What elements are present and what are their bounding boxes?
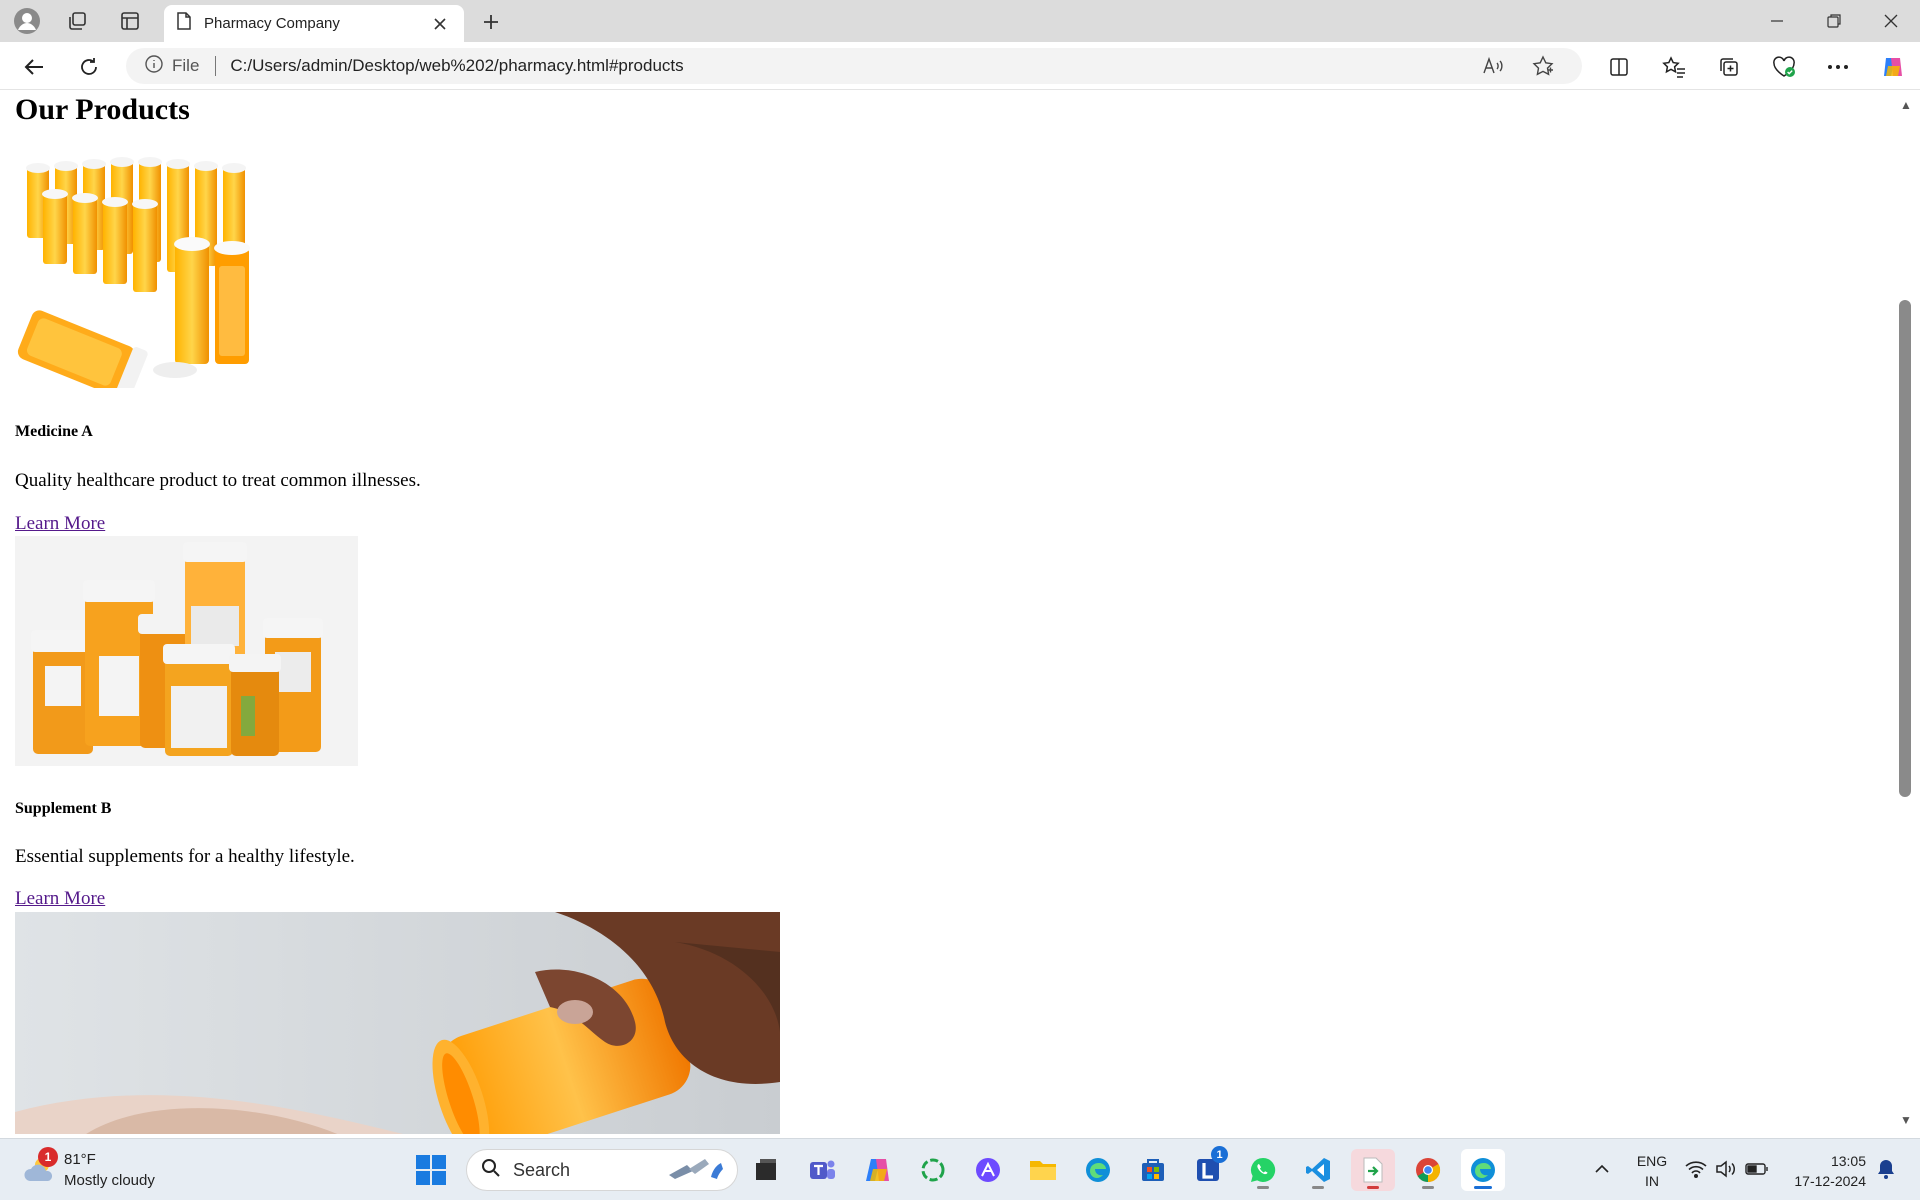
system-clock[interactable]: 13:05 17-12-2024	[1782, 1151, 1866, 1191]
learn-more-link-supplement-b[interactable]: Learn More	[15, 888, 105, 910]
product-name-supplement-b: Supplement B	[15, 800, 112, 817]
address-url[interactable]: C:/Users/admin/Desktop/web%202/pharmacy.…	[230, 56, 683, 76]
product-image-pill-bottle-hand	[15, 912, 780, 1134]
product-description-supplement-b: Essential supplements for a healthy life…	[15, 846, 355, 867]
page-icon	[176, 12, 192, 35]
l-app-icon[interactable]: 1	[1186, 1146, 1230, 1191]
green-arrow-app-running-indicator	[1367, 1186, 1379, 1189]
battery-icon[interactable]	[1744, 1157, 1770, 1181]
search-highlight-icon	[665, 1155, 727, 1186]
teams-icon[interactable]	[800, 1149, 844, 1191]
edge-active-icon[interactable]	[1461, 1149, 1505, 1191]
product-image-medicine-a	[15, 148, 265, 388]
page-viewport: Our Products Medicine A Quality healthca…	[0, 91, 1920, 1134]
product-image-supplement-b	[15, 536, 358, 766]
whatsapp-running-indicator	[1257, 1186, 1269, 1189]
scrollbar-thumb[interactable]	[1899, 300, 1911, 797]
browser-essentials-icon[interactable]	[1768, 51, 1800, 83]
weather-temperature[interactable]: 81°F	[64, 1151, 96, 1168]
tab-title: Pharmacy Company	[204, 15, 340, 32]
restore-icon[interactable]	[1805, 0, 1863, 42]
whatsapp-icon[interactable]	[1241, 1149, 1285, 1191]
active-tab[interactable]: Pharmacy Company	[164, 5, 464, 42]
new-tab-icon[interactable]	[476, 7, 506, 37]
copilot-app-icon[interactable]	[856, 1149, 900, 1191]
language-region: IN	[1645, 1173, 1659, 1189]
product-name-medicine-a: Medicine A	[15, 423, 93, 440]
weather-condition[interactable]: Mostly cloudy	[64, 1172, 155, 1189]
edge-pinned-icon[interactable]	[1076, 1149, 1120, 1191]
windows-taskbar: 1 81°F Mostly cloudy Search 1 ENG IN 13:…	[0, 1138, 1920, 1200]
learn-more-link-medicine-a[interactable]: Learn More	[15, 513, 105, 535]
refresh-ring-app-icon[interactable]	[911, 1149, 955, 1191]
chrome-running-indicator	[1422, 1186, 1434, 1189]
product-description-medicine-a: Quality healthcare product to treat comm…	[15, 470, 421, 491]
read-aloud-icon[interactable]	[1478, 51, 1508, 81]
minimize-icon[interactable]	[1748, 0, 1806, 42]
copilot-icon[interactable]	[1877, 51, 1909, 83]
address-scheme-label: File	[172, 56, 200, 75]
favorite-star-icon[interactable]	[1528, 51, 1558, 81]
refresh-icon[interactable]	[73, 51, 105, 83]
green-arrow-app-icon[interactable]	[1351, 1149, 1395, 1191]
file-explorer-icon[interactable]	[1021, 1149, 1065, 1191]
collections-icon[interactable]	[1713, 51, 1745, 83]
language-code: ENG	[1636, 1153, 1668, 1169]
wifi-icon[interactable]	[1684, 1157, 1708, 1181]
favorites-icon[interactable]	[1658, 51, 1690, 83]
profile-icon[interactable]	[12, 6, 42, 36]
back-arrow-icon[interactable]	[18, 51, 50, 83]
chrome-icon[interactable]	[1406, 1149, 1450, 1191]
l-app-notification-badge: 1	[1211, 1146, 1228, 1163]
clock-time: 13:05	[1830, 1153, 1866, 1169]
search-label: Search	[513, 1159, 571, 1180]
vscode-running-indicator	[1312, 1186, 1324, 1189]
search-icon	[481, 1158, 501, 1183]
browser-toolbar: File C:/Users/admin/Desktop/web%202/phar…	[0, 42, 1920, 90]
page-title: Our Products	[15, 93, 190, 126]
edge-active-indicator	[1474, 1186, 1492, 1189]
info-icon[interactable]	[144, 54, 164, 79]
close-window-icon[interactable]	[1862, 0, 1920, 42]
weather-alert-badge: 1	[38, 1147, 58, 1167]
scroll-down-arrow-icon[interactable]: ▼	[1897, 1111, 1915, 1129]
split-screen-icon[interactable]	[1603, 51, 1635, 83]
close-tab-icon[interactable]	[428, 12, 452, 36]
volume-icon[interactable]	[1714, 1157, 1738, 1181]
browser-tab-bar: Pharmacy Company	[0, 0, 1920, 42]
clock-date: 17-12-2024	[1794, 1173, 1866, 1189]
taskbar-file-window-icon[interactable]	[744, 1149, 788, 1191]
taskbar-search-box[interactable]: Search	[466, 1149, 738, 1191]
workspaces-icon[interactable]	[62, 6, 92, 36]
address-bar[interactable]: File C:/Users/admin/Desktop/web%202/phar…	[126, 48, 1582, 84]
scroll-up-arrow-icon[interactable]: ▲	[1897, 96, 1915, 114]
microsoft-store-icon[interactable]	[1131, 1149, 1175, 1191]
vertical-tabs-icon[interactable]	[115, 6, 145, 36]
input-language-indicator[interactable]: ENG IN	[1636, 1151, 1668, 1191]
address-separator	[215, 56, 217, 76]
notification-bell-icon[interactable]	[1874, 1157, 1898, 1181]
show-hidden-icons-chevron-icon[interactable]	[1592, 1157, 1612, 1181]
windows-start-icon[interactable]	[414, 1153, 448, 1187]
more-options-icon[interactable]	[1822, 51, 1854, 83]
proton-app-icon[interactable]	[966, 1149, 1010, 1191]
vscode-icon[interactable]	[1296, 1149, 1340, 1191]
